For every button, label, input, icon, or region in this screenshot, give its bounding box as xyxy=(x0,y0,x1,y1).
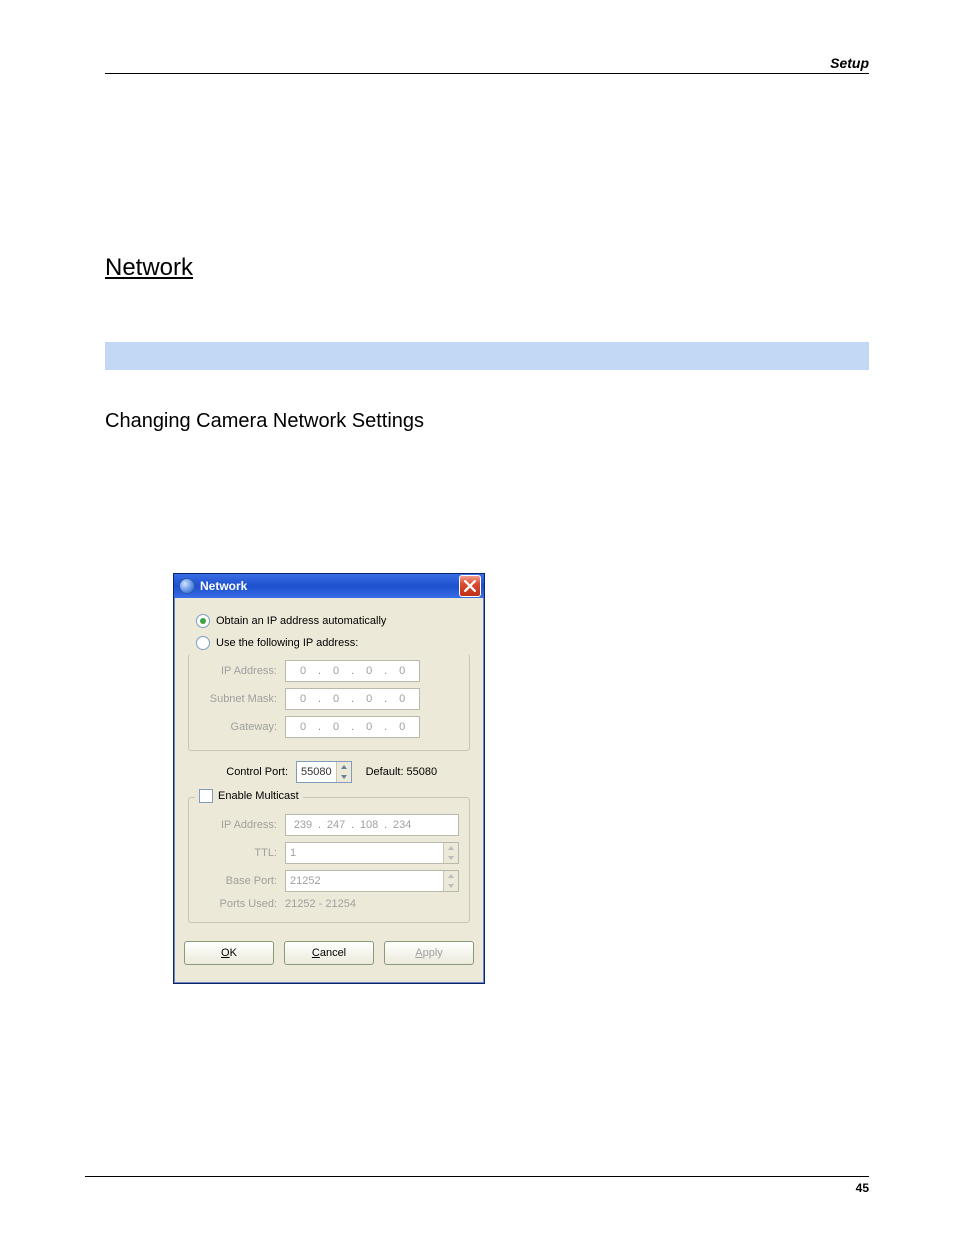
radio-icon xyxy=(196,614,210,628)
subnet-mask-input[interactable]: 0. 0. 0. 0 xyxy=(285,688,420,710)
multicast-ttl-value: 1 xyxy=(286,843,443,863)
multicast-baseport-row: Base Port: 21252 xyxy=(199,870,459,892)
gateway-label: Gateway: xyxy=(199,721,277,733)
subnet-mask-label: Subnet Mask: xyxy=(199,693,277,705)
ip-octet: 0 xyxy=(356,665,382,677)
ip-address-label: IP Address: xyxy=(199,665,277,677)
control-port-row: Control Port: 55080 Default: 55080 xyxy=(188,761,470,783)
ip-octet: 0 xyxy=(356,721,382,733)
multicast-checkbox[interactable] xyxy=(199,789,213,803)
ip-octet: 0 xyxy=(389,665,415,677)
control-port-value: 55080 xyxy=(297,762,336,782)
ip-octet: 247 xyxy=(323,819,349,831)
ip-address-input[interactable]: 0. 0. 0. 0 xyxy=(285,660,420,682)
multicast-ip-row: IP Address: 239. 247. 108. 234 xyxy=(199,814,459,836)
ip-octet: 0 xyxy=(290,693,316,705)
multicast-baseport-input[interactable]: 21252 xyxy=(285,870,459,892)
gateway-row: Gateway: 0. 0. 0. 0 xyxy=(199,716,459,738)
multicast-ttl-input[interactable]: 1 xyxy=(285,842,459,864)
multicast-baseport-value: 21252 xyxy=(286,871,443,891)
dialog-titlebar[interactable]: Network xyxy=(174,574,484,598)
spin-up-icon[interactable] xyxy=(444,871,458,881)
radio-icon xyxy=(196,636,210,650)
section-title: Network xyxy=(105,254,869,282)
multicast-portsused-value: 21252 - 21254 xyxy=(285,898,356,910)
radio-use-following[interactable]: Use the following IP address: xyxy=(196,636,470,650)
close-button[interactable] xyxy=(459,575,481,597)
ip-address-row: IP Address: 0. 0. 0. 0 xyxy=(199,660,459,682)
ok-button[interactable]: OK xyxy=(184,941,274,965)
ip-octet: 0 xyxy=(356,693,382,705)
page-number: 45 xyxy=(856,1181,869,1195)
spin-down-icon[interactable] xyxy=(444,881,458,891)
ip-octet: 0 xyxy=(389,721,415,733)
ip-octet: 234 xyxy=(389,819,415,831)
multicast-baseport-label: Base Port: xyxy=(199,875,277,887)
multicast-ttl-label: TTL: xyxy=(199,847,277,859)
app-icon xyxy=(180,579,194,593)
ip-octet: 0 xyxy=(323,721,349,733)
dialog-button-row: OK Cancel Apply xyxy=(188,933,470,973)
ip-octet: 108 xyxy=(356,819,382,831)
multicast-portsused-row: Ports Used: 21252 - 21254 xyxy=(199,898,459,910)
header-section-label: Setup xyxy=(830,55,869,71)
apply-button[interactable]: Apply xyxy=(384,941,474,965)
dialog-title: Network xyxy=(200,579,453,593)
ip-octet: 0 xyxy=(389,693,415,705)
ip-octet: 239 xyxy=(290,819,316,831)
spinner-controls[interactable] xyxy=(336,762,351,782)
radio-obtain-auto[interactable]: Obtain an IP address automatically xyxy=(196,614,470,628)
ip-octet: 0 xyxy=(290,721,316,733)
subnet-mask-row: Subnet Mask: 0. 0. 0. 0 xyxy=(199,688,459,710)
page-footer: 45 xyxy=(85,1176,869,1195)
spin-up-icon[interactable] xyxy=(337,762,351,772)
multicast-legend-label: Enable Multicast xyxy=(218,790,299,802)
radio-use-following-label: Use the following IP address: xyxy=(216,637,358,649)
multicast-ttl-row: TTL: 1 xyxy=(199,842,459,864)
page-header: Setup xyxy=(105,55,869,74)
multicast-legend[interactable]: Enable Multicast xyxy=(195,789,303,803)
multicast-ip-label: IP Address: xyxy=(199,819,277,831)
spinner-controls[interactable] xyxy=(443,843,458,863)
control-port-input[interactable]: 55080 xyxy=(296,761,352,783)
ip-octet: 0 xyxy=(323,693,349,705)
subsection-title: Changing Camera Network Settings xyxy=(105,410,869,433)
ip-octet: 0 xyxy=(323,665,349,677)
multicast-portsused-label: Ports Used: xyxy=(199,898,277,910)
ip-octet: 0 xyxy=(290,665,316,677)
control-port-label: Control Port: xyxy=(188,766,288,778)
multicast-group: Enable Multicast IP Address: 239. 247. 1… xyxy=(188,797,470,923)
subsection-band xyxy=(105,342,869,370)
cancel-button[interactable]: Cancel xyxy=(284,941,374,965)
spin-down-icon[interactable] xyxy=(337,772,351,782)
network-dialog: Network Obtain an IP address automatical… xyxy=(173,573,485,984)
spin-up-icon[interactable] xyxy=(444,843,458,853)
static-ip-group: IP Address: 0. 0. 0. 0 Subnet Mask: 0. 0… xyxy=(188,654,470,751)
spin-down-icon[interactable] xyxy=(444,853,458,863)
multicast-ip-input[interactable]: 239. 247. 108. 234 xyxy=(285,814,459,836)
control-port-default: Default: 55080 xyxy=(366,766,438,778)
gateway-input[interactable]: 0. 0. 0. 0 xyxy=(285,716,420,738)
close-icon xyxy=(464,580,476,592)
radio-obtain-auto-label: Obtain an IP address automatically xyxy=(216,615,386,627)
spinner-controls[interactable] xyxy=(443,871,458,891)
